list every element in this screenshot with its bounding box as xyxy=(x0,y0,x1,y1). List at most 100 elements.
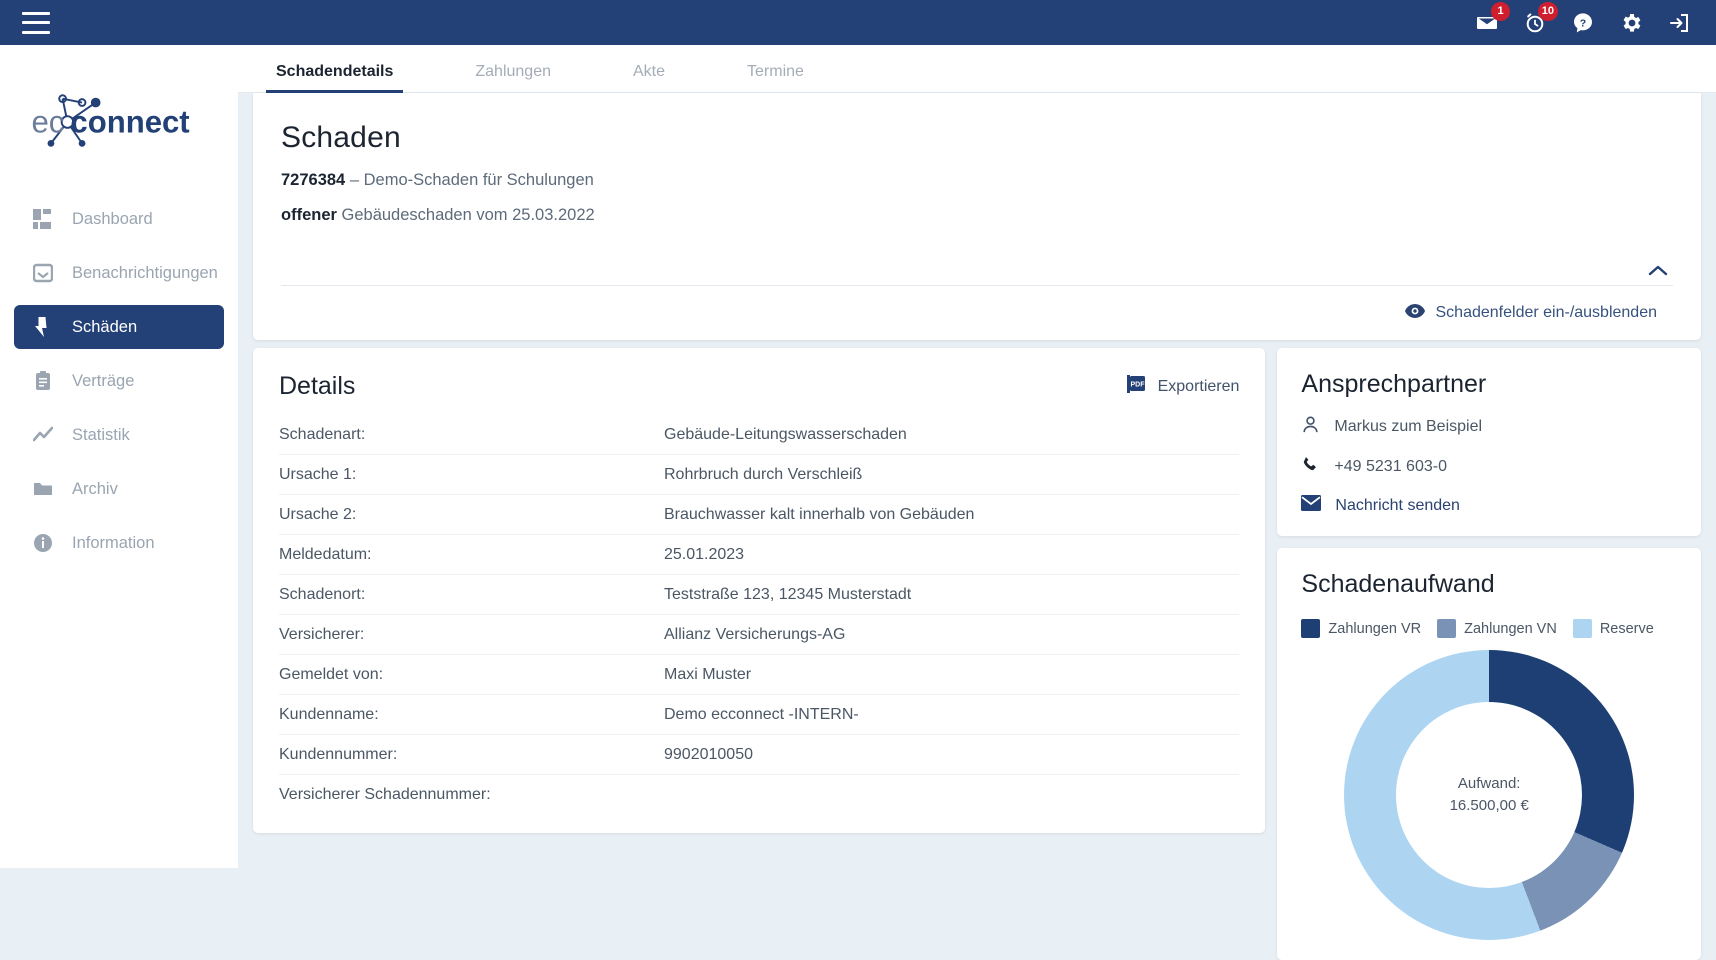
legend-label: Reserve xyxy=(1599,620,1654,637)
sidebar-item-label: Schäden xyxy=(72,317,138,336)
svg-text:connect: connect xyxy=(70,105,189,140)
table-row: Ursache 2: Brauchwasser kalt innerhalb vo… xyxy=(279,495,1240,535)
table-row: Meldedatum: 25.01.2023 xyxy=(279,535,1240,575)
details-column: Details PDF Exportieren Schadenart: Gebäu… xyxy=(253,348,1266,960)
table-row: Ursache 1: Rohrbruch durch Verschleiß xyxy=(279,455,1240,495)
phone-icon xyxy=(1301,455,1320,479)
legend-swatch xyxy=(1301,619,1321,638)
svg-text:ec: ec xyxy=(32,105,65,140)
ecconnect-logo: ec connect xyxy=(32,94,190,147)
sidebar-item-label: Verträge xyxy=(72,371,135,390)
table-row: Kundenname: Demo ecconnect -INTERN- xyxy=(279,695,1240,735)
claim-header-card: Schaden 7276384 – Demo-Schaden für Schul… xyxy=(253,93,1701,340)
row-label: Ursache 2: xyxy=(279,505,357,523)
tab-termine[interactable]: Termine xyxy=(737,63,814,92)
sidebar-item-archiv[interactable]: Archiv xyxy=(14,467,224,511)
tab-akte[interactable]: Akte xyxy=(623,63,675,92)
legend-swatch xyxy=(1572,619,1592,638)
main-content: Schadendetails Zahlungen Akte Termine Sc… xyxy=(238,45,1716,960)
row-value: Brauchwasser kalt innerhalb von Gebäuden xyxy=(664,505,975,523)
table-row: Schadenort: Teststraße 123, 12345 Musters… xyxy=(279,575,1240,615)
sidebar-item-information[interactable]: Information xyxy=(14,521,224,565)
sidebar-item-label: Information xyxy=(72,533,155,552)
sidebar-item-dashboard[interactable]: Dashboard xyxy=(14,197,224,241)
claim-description: Demo-Schaden für Schulungen xyxy=(363,171,594,189)
send-message-button[interactable]: Nachricht senden xyxy=(1301,495,1677,516)
legend-item: Reserve xyxy=(1572,619,1654,638)
claim-separator: – xyxy=(345,171,364,189)
row-value: Allianz Versicherungs-AG xyxy=(664,625,846,643)
table-row: Schadenart: Gebäude-Leitungswasserschaden xyxy=(279,415,1240,455)
details-table: Schadenart: Gebäude-Leitungswasserschaden… xyxy=(279,415,1240,815)
topbar-icon-group: 1 10 ? xyxy=(1474,1,1692,36)
pdf-icon: PDF xyxy=(1125,374,1147,399)
details-card: Details PDF Exportieren Schadenart: Gebäu… xyxy=(253,348,1266,833)
row-value: 25.01.2023 xyxy=(664,545,745,563)
hamburger-icon[interactable] xyxy=(22,11,50,34)
tab-label: Zahlungen xyxy=(475,63,551,80)
sidebar-item-statistik[interactable]: Statistik xyxy=(14,413,224,457)
svg-text:PDF: PDF xyxy=(1130,382,1145,389)
sidebar-item-label: Statistik xyxy=(72,425,130,444)
chart-line-icon xyxy=(32,424,54,446)
side-column: Ansprechpartner Markus zum Beispiel +49 … xyxy=(1277,348,1701,960)
status-badge: offener xyxy=(281,206,337,224)
donut-center-value: 16.500,00 € xyxy=(1449,797,1529,814)
row-label: Gemeldet von: xyxy=(279,665,384,683)
folder-icon xyxy=(32,478,54,500)
mail-icon[interactable]: 1 xyxy=(1474,1,1510,36)
sidebar-nav: Dashboard Benachrichtigungen Schäden Ver… xyxy=(0,197,238,565)
row-label: Schadenort: xyxy=(279,585,366,603)
donut-center-text: Aufwand: 16.500,00 € xyxy=(1396,702,1583,888)
contact-person-name: Markus zum Beispiel xyxy=(1334,418,1483,435)
contact-person: Markus zum Beispiel xyxy=(1301,415,1677,439)
send-message-label: Nachricht senden xyxy=(1335,496,1460,514)
sidebar-item-label: Archiv xyxy=(72,479,118,498)
page-title: Schaden xyxy=(281,121,401,154)
toggle-claim-fields-button[interactable]: Schadenfelder ein-/ausblenden xyxy=(281,286,1673,340)
tab-label: Schadendetails xyxy=(276,63,394,80)
inbox-icon xyxy=(32,262,54,284)
row-value: Maxi Muster xyxy=(664,665,752,683)
row-label: Kundenname: xyxy=(279,705,379,723)
dashboard-icon xyxy=(32,208,54,230)
mail-badge: 1 xyxy=(1491,1,1510,21)
row-label: Versicherer Schadennummer: xyxy=(279,786,491,803)
tab-bar: Schadendetails Zahlungen Akte Termine xyxy=(238,45,1716,93)
row-value: Demo ecconnect -INTERN- xyxy=(664,705,859,723)
help-icon[interactable]: ? xyxy=(1570,10,1596,36)
sidebar-item-vertraege[interactable]: Verträge xyxy=(14,359,224,403)
top-bar: 1 10 ? xyxy=(0,0,1716,45)
info-icon xyxy=(32,532,54,554)
claim-status-line: offener Gebäudeschaden vom 25.03.2022 xyxy=(281,206,1673,225)
alarm-clock-icon[interactable]: 10 xyxy=(1522,1,1558,36)
gear-icon[interactable] xyxy=(1618,10,1644,36)
claim-number: 7276384 xyxy=(281,171,346,189)
tab-zahlungen[interactable]: Zahlungen xyxy=(465,63,561,92)
row-label: Ursache 1: xyxy=(279,465,357,483)
contact-card: Ansprechpartner Markus zum Beispiel +49 … xyxy=(1277,348,1701,536)
details-title: Details xyxy=(279,372,356,400)
tab-schadendetails[interactable]: Schadendetails xyxy=(266,63,404,93)
table-row: Versicherer Schadennummer: xyxy=(279,775,1239,815)
logout-icon[interactable] xyxy=(1666,10,1692,36)
row-label: Kundennummer: xyxy=(279,745,398,763)
row-value: Teststraße 123, 12345 Musterstadt xyxy=(664,585,912,603)
tab-label: Termine xyxy=(747,63,804,80)
export-label: Exportieren xyxy=(1157,377,1240,395)
table-row: Gemeldet von: Maxi Muster xyxy=(279,655,1240,695)
chart-legend: Zahlungen VR Zahlungen VN Reserve xyxy=(1301,619,1677,638)
svg-text:?: ? xyxy=(1580,17,1586,29)
table-row: Kundennummer: 9902010050 xyxy=(279,735,1240,775)
row-value: Rohrbruch durch Verschleiß xyxy=(664,465,863,483)
sidebar-item-benachrichtigungen[interactable]: Benachrichtigungen xyxy=(14,251,224,295)
clipboard-icon xyxy=(32,370,54,392)
legend-swatch xyxy=(1437,619,1457,638)
sidebar-item-label: Dashboard xyxy=(72,209,153,228)
row-label: Meldedatum: xyxy=(279,545,372,563)
export-button[interactable]: PDF Exportieren xyxy=(1125,374,1240,399)
legend-label: Zahlungen VN xyxy=(1464,620,1557,637)
chevron-up-icon[interactable] xyxy=(1645,258,1671,284)
contact-phone: +49 5231 603-0 xyxy=(1301,455,1677,479)
sidebar-item-schaeden[interactable]: Schäden xyxy=(14,305,224,349)
